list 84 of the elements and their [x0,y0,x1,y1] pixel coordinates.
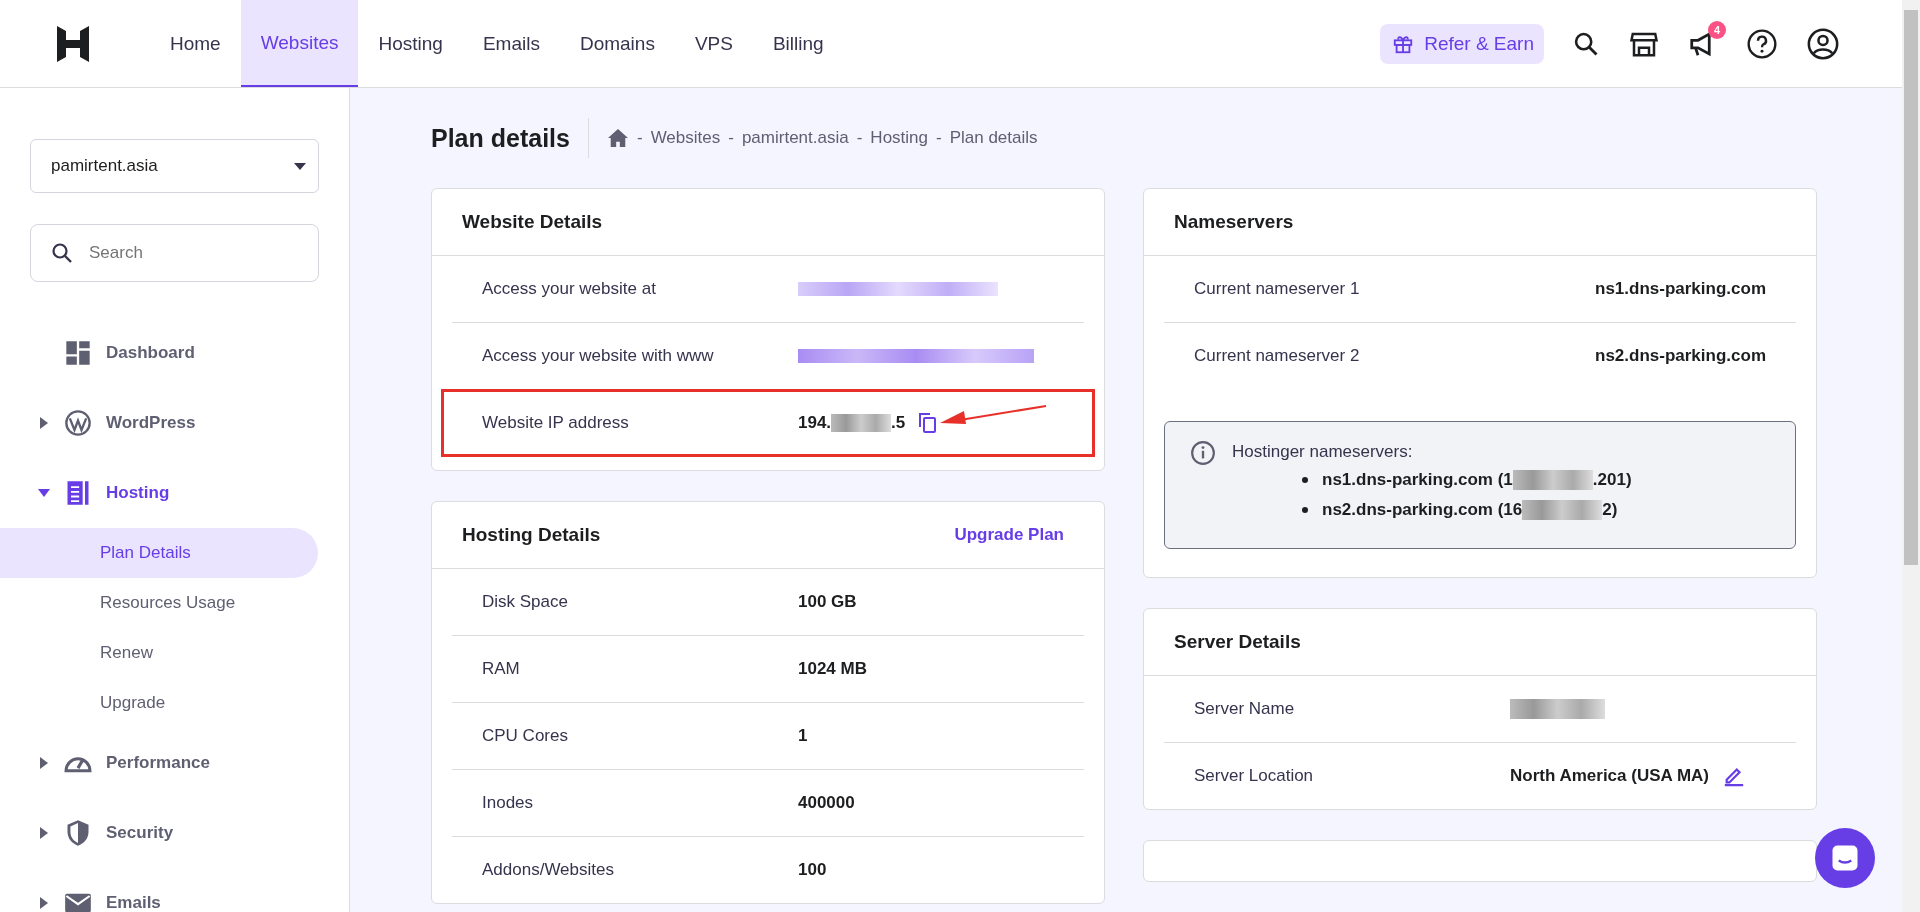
sidebar-item[interactable]: Security [0,798,349,868]
caret-right-icon [40,757,48,769]
website-select[interactable]: pamirtent.asia [30,139,319,193]
row-value: 1024 MB [798,659,868,679]
note-title: Hostinger nameservers: [1232,442,1414,462]
nav-tab[interactable]: Emails [462,0,560,87]
row-value: 1 [798,726,809,746]
row-label: RAM [482,659,521,679]
row-label: Website IP address [482,413,630,433]
row-label: CPU Cores [482,726,569,746]
copy-icon[interactable] [919,413,938,433]
nav-tab[interactable]: Domains [559,0,675,87]
breadcrumb-link[interactable]: Plan details [949,128,1038,148]
caret-down-icon [38,489,50,497]
nameserver-text: ns2.dns-parking.com (16 [1322,500,1523,520]
nav-tab[interactable]: Hosting [358,0,463,87]
home-icon[interactable] [606,128,629,148]
search-field[interactable]: Search [30,224,319,282]
row-value: 100 GB [798,592,858,612]
row-value: 100 [798,860,828,880]
user-icon[interactable] [1806,26,1840,61]
nameserver-text: ns1.dns-parking.com (1 [1322,470,1513,490]
breadcrumb-link[interactable]: pamirtent.asia [741,128,849,148]
nameserver-text-end: 2) [1602,500,1618,520]
nav-tab[interactable]: Home [170,0,241,87]
sidebar-item[interactable]: WordPress [0,388,349,458]
row-label: Server Name [1194,699,1296,719]
sidebar-item[interactable]: Hosting [0,458,349,528]
caret-right-icon [40,417,48,429]
row-label: Access your website with www [482,346,715,366]
caret-right-icon [40,897,48,909]
sidebar-subitem[interactable]: Resources Usage [0,578,318,628]
upgrade-plan-link[interactable]: Upgrade Plan [954,525,1064,545]
ip-end-text: .5 [891,413,906,433]
row-label: Disk Space [482,592,569,612]
row-label: Current nameserver 2 [1194,346,1361,366]
card-title: Server Details [1174,631,1301,653]
refer-button[interactable]: Refer & Earn [1380,23,1544,64]
row-value: ns2.dns-parking.com [1595,346,1766,366]
circle-logo-icon [64,409,92,437]
caret-right-icon [40,827,48,839]
help-icon[interactable] [1746,27,1778,60]
search-icon [50,241,74,265]
bullet-icon [1302,477,1308,483]
breadcrumb-separator: - [728,128,734,148]
bullet-icon [1302,507,1308,513]
info-icon [1190,440,1216,466]
redacted-text [831,414,892,432]
nav-tab[interactable]: Billing [752,0,844,87]
row-label: Inodes [482,793,535,813]
page-title: Plan details [431,123,570,153]
sidebar-item[interactable]: Emails [0,868,349,912]
breadcrumb-link[interactable]: Websites [650,128,721,148]
row-value: North America (USA MA) [1510,766,1709,786]
row-label: Addons/Websites [482,860,615,880]
row-value: 400000 [798,793,856,813]
nav-tab[interactable]: Websites [240,0,359,87]
sidebar-item[interactable]: Dashboard [0,318,349,388]
sidebar-subitem[interactable]: Plan Details [0,528,318,578]
sidebar-subitem[interactable]: Upgrade [0,678,318,728]
card-title: Website Details [462,211,603,233]
row-label: Server Location [1194,766,1315,786]
card-title: Hosting Details [462,524,601,546]
nav-tab[interactable]: VPS [674,0,753,87]
nameserver-text-end: .201) [1592,470,1632,490]
breadcrumb-separator: - [636,128,643,148]
notification-badge: 4 [1708,20,1726,39]
breadcrumb-separator: - [856,128,863,148]
dashboard-icon [64,339,92,367]
row-value: ns1.dns-parking.com [1595,279,1766,299]
ip-start-text: 194. [798,413,832,433]
breadcrumb-link[interactable]: Hosting [870,128,928,148]
row-label: Current nameserver 1 [1194,279,1361,299]
chat-icon [1830,843,1860,873]
scrollbar[interactable] [1902,0,1920,912]
breadcrumb-separator: - [936,128,942,148]
chat-button[interactable] [1815,828,1875,888]
logo-icon[interactable] [57,25,89,62]
dropdown-caret-icon [294,162,306,170]
pencil-icon[interactable] [1723,765,1745,787]
card-title: Nameservers [1174,211,1294,233]
sidebar-subitem[interactable]: Renew [0,628,318,678]
sidebar-item[interactable]: Performance [0,728,349,798]
row-label: Access your website at [482,279,657,299]
